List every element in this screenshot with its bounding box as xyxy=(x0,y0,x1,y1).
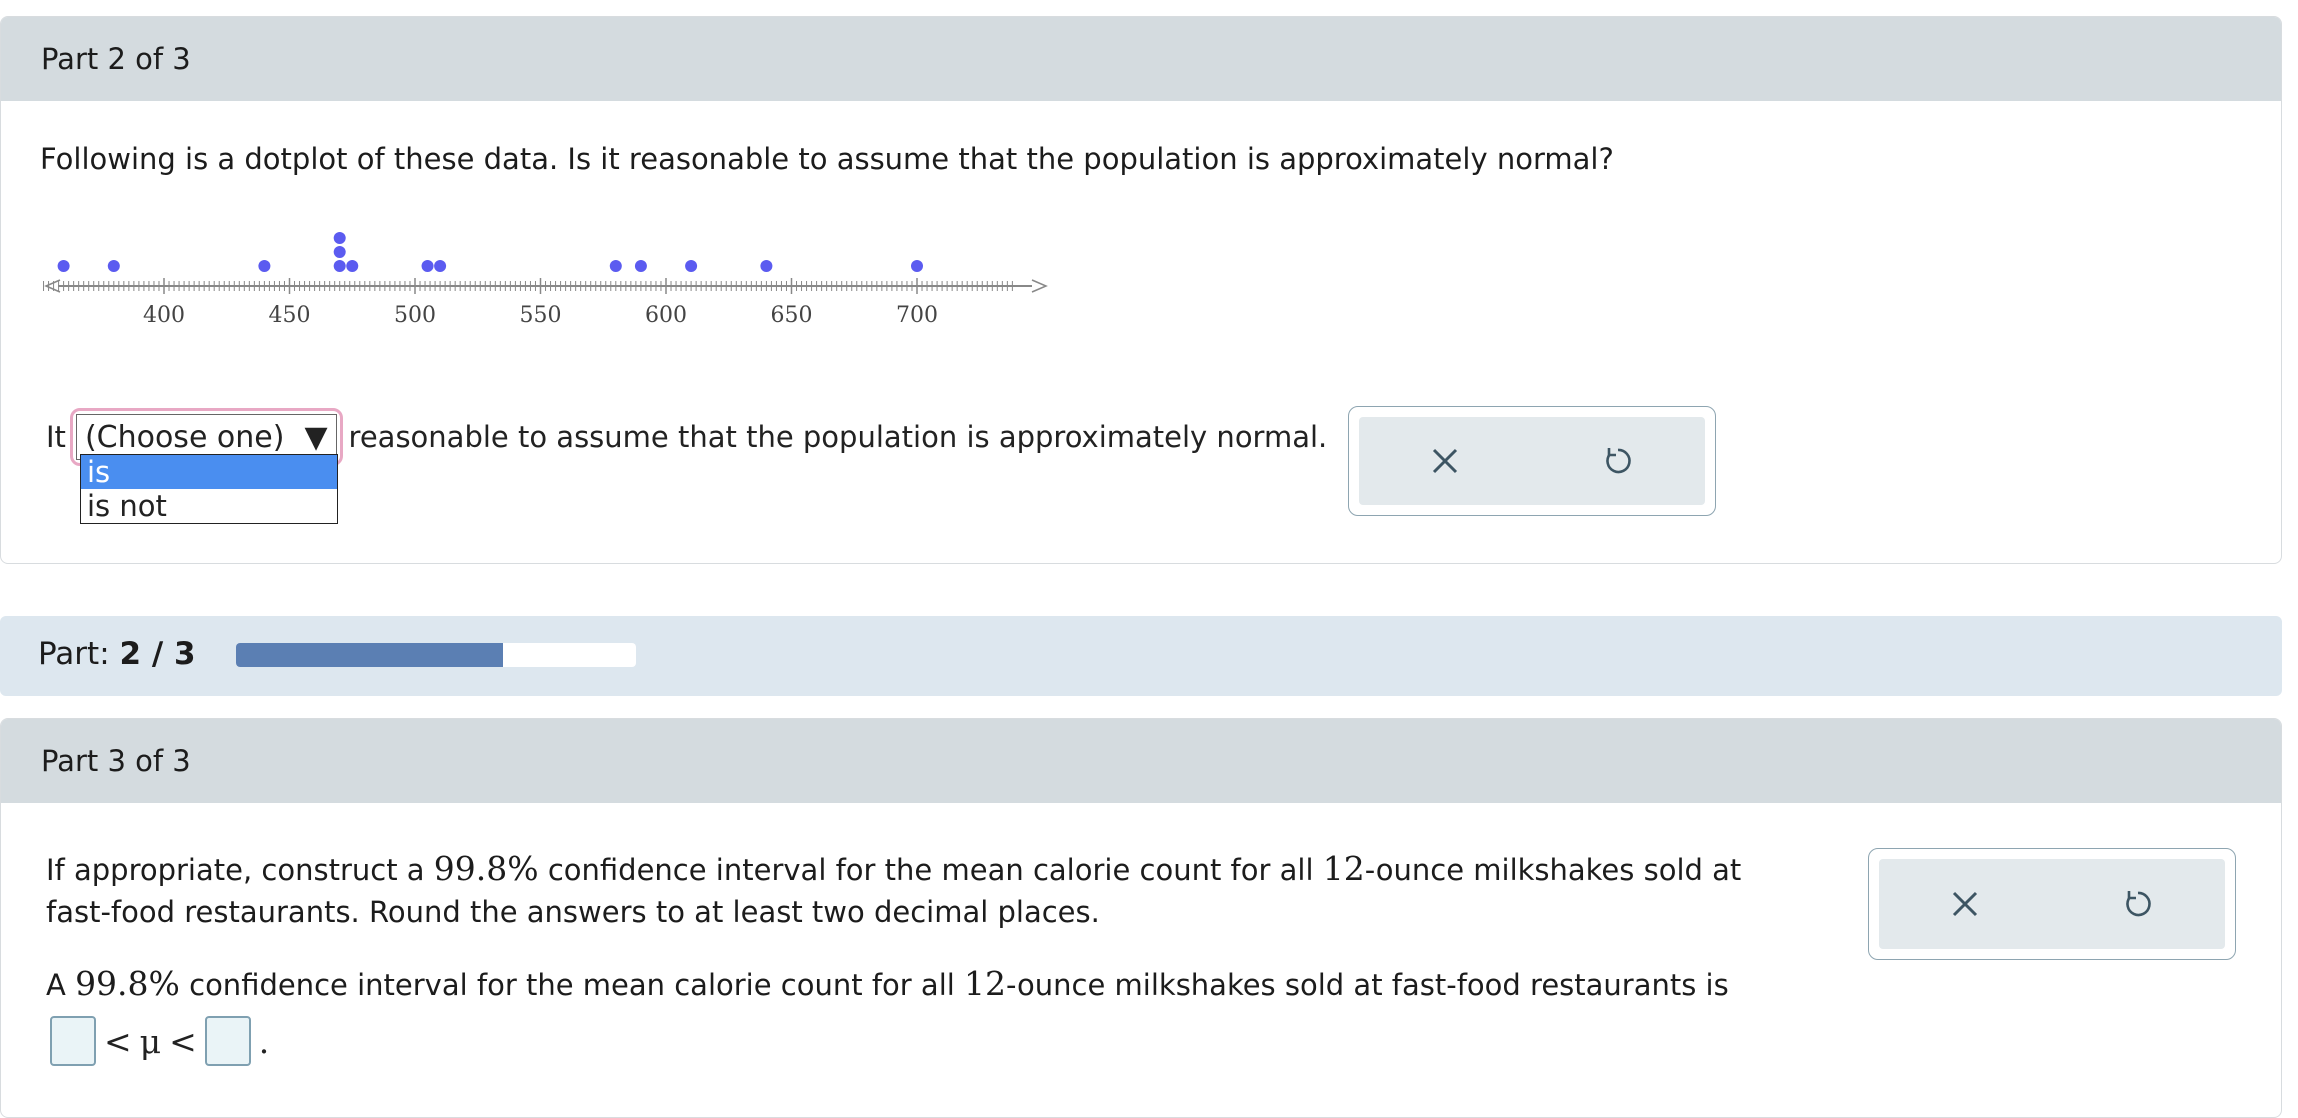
tick-label: 450 xyxy=(269,303,311,328)
dotplot-chart: 400 450 500 550 600 650 700 xyxy=(43,232,1048,328)
select-value: (Choose one) xyxy=(84,419,285,455)
dropdown-list: is is not xyxy=(80,454,338,524)
dropdown-option-is[interactable]: is xyxy=(81,455,337,489)
undo-button[interactable] xyxy=(1601,444,1635,478)
tick-label: 400 xyxy=(143,303,185,328)
data-point xyxy=(421,260,434,272)
part-2-header: Part 2 of 3 xyxy=(1,17,2281,101)
data-point xyxy=(911,260,923,272)
progress-fill xyxy=(236,643,503,667)
clear-button[interactable] xyxy=(1949,888,1981,920)
data-point xyxy=(57,260,70,272)
data-point xyxy=(346,260,359,272)
data-point xyxy=(258,260,271,272)
sentence-prefix: It xyxy=(46,420,66,454)
data-point xyxy=(609,260,622,272)
data-point xyxy=(685,260,698,272)
upper-bound-input[interactable] xyxy=(204,1016,251,1066)
undo-icon xyxy=(1606,448,1631,474)
progress-band: Part: 2 / 3 xyxy=(0,616,2282,696)
period: . xyxy=(258,1021,270,1061)
undo-button[interactable] xyxy=(2121,887,2155,921)
question-prompt: Following is a dotplot of these data. Is… xyxy=(40,142,1614,176)
axis-arrow-right xyxy=(1031,279,1048,293)
part-3-tools xyxy=(1868,848,2236,960)
part-2-tools xyxy=(1348,406,1716,516)
interval-inputs: < μ < . xyxy=(50,1016,269,1066)
undo-icon xyxy=(2126,891,2151,917)
progress-value: 2 / 3 xyxy=(119,636,196,672)
tick-label: 650 xyxy=(771,303,813,328)
lower-bound-input[interactable] xyxy=(50,1016,96,1066)
data-point xyxy=(333,260,346,272)
data-point xyxy=(760,260,773,272)
mu-symbol: μ xyxy=(139,1021,162,1061)
less-than-symbol: < xyxy=(104,1021,132,1061)
data-point xyxy=(107,260,120,272)
dropdown-caret-icon: ▼ xyxy=(304,419,328,455)
answer-line: A 99.8% confidence interval for the mean… xyxy=(46,964,1729,1003)
sentence-suffix: reasonable to assume that the population… xyxy=(348,420,1328,454)
tick-label: 550 xyxy=(520,303,562,328)
part-3-question: If appropriate, construct a 99.8% confid… xyxy=(46,849,1742,929)
tick-label: 500 xyxy=(394,303,436,328)
data-point xyxy=(434,260,447,272)
data-point xyxy=(634,260,647,272)
progress-label: Part: 2 / 3 xyxy=(38,636,196,672)
tick-label: 600 xyxy=(645,303,687,328)
progress-bar xyxy=(236,643,636,667)
data-point xyxy=(333,246,346,258)
part-3-header: Part 3 of 3 xyxy=(1,719,2281,803)
close-icon xyxy=(1952,891,1978,917)
less-than-symbol: < xyxy=(169,1021,197,1061)
data-point xyxy=(333,232,346,244)
close-icon xyxy=(1432,448,1458,474)
tick-label: 700 xyxy=(896,303,938,328)
dropdown-option-is-not[interactable]: is not xyxy=(81,489,337,523)
clear-button[interactable] xyxy=(1429,445,1461,477)
